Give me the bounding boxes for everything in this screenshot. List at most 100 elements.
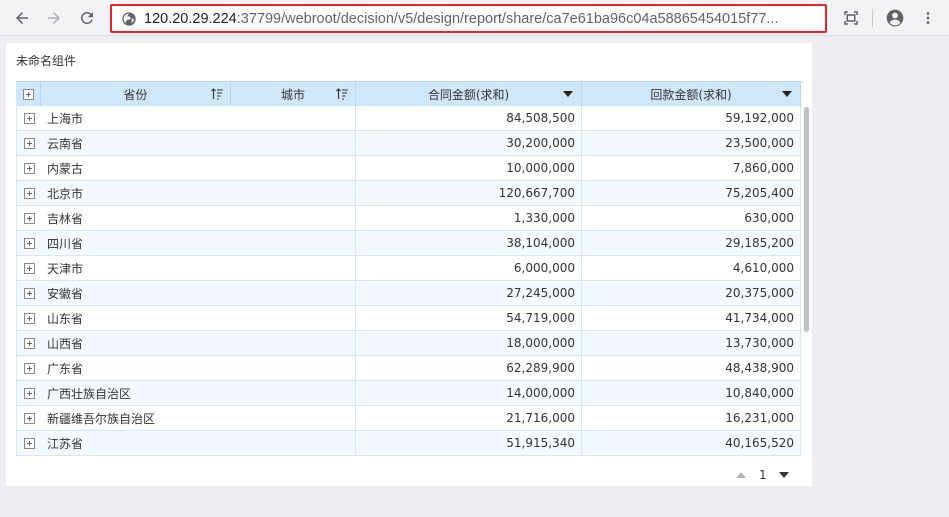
city-cell: [231, 206, 356, 231]
expand-plus-icon[interactable]: [23, 362, 35, 374]
province-cell: 广东省: [41, 356, 231, 381]
payment-amount-cell: 4,610,000: [582, 256, 801, 281]
table-row: 上海市 84,508,500 59,192,000: [17, 106, 802, 131]
row-expand-cell: [17, 156, 41, 181]
screen-capture-button[interactable]: [838, 5, 864, 31]
contract-amount-cell: 18,000,000: [356, 331, 582, 356]
province-cell: 新疆维吾尔族自治区: [41, 406, 231, 431]
kebab-menu-icon: [926, 12, 930, 24]
previous-page-button[interactable]: [736, 472, 746, 478]
contract-amount-cell: 62,289,900: [356, 356, 582, 381]
url-text: 120.20.29.224:37799/webroot/decision/v5/…: [144, 11, 778, 27]
sort-icon[interactable]: [336, 88, 348, 100]
table-row: 内蒙古 10,000,000 7,860,000: [17, 156, 802, 181]
forward-arrow-icon: [48, 12, 60, 24]
payment-amount-cell: 41,734,000: [582, 306, 801, 331]
province-cell: 山东省: [41, 306, 231, 331]
expand-plus-icon[interactable]: [23, 387, 35, 399]
reload-button[interactable]: [74, 5, 100, 31]
column-header-province[interactable]: 省份: [41, 82, 231, 107]
address-bar[interactable]: 120.20.29.224:37799/webroot/decision/v5/…: [110, 4, 827, 33]
expand-plus-icon[interactable]: [23, 412, 35, 424]
header-expand-cell: [17, 82, 41, 107]
table-row: 山东省 54,719,000 41,734,000: [17, 306, 802, 331]
dropdown-triangle-icon[interactable]: [563, 91, 573, 97]
back-button[interactable]: [9, 5, 35, 31]
row-expand-cell: [17, 356, 41, 381]
vertical-scrollbar[interactable]: [804, 107, 809, 332]
row-expand-cell: [17, 206, 41, 231]
table-row: 北京市 120,667,700 75,205,400: [17, 181, 802, 206]
expand-plus-icon[interactable]: [23, 287, 35, 299]
expand-plus-icon[interactable]: [23, 212, 35, 224]
browser-menu-button[interactable]: [915, 5, 941, 31]
table-row: 四川省 38,104,000 29,185,200: [17, 231, 802, 256]
contract-amount-cell: 21,716,000: [356, 406, 582, 431]
url-host: 120.20.29.224: [144, 10, 237, 27]
expand-plus-icon[interactable]: [23, 88, 34, 100]
payment-amount-cell: 23,500,000: [582, 131, 801, 156]
contract-amount-cell: 51,915,340: [356, 431, 582, 456]
expand-plus-icon[interactable]: [23, 337, 35, 349]
expand-plus-icon[interactable]: [23, 162, 35, 174]
table-row: 安徽省 27,245,000 20,375,000: [17, 281, 802, 306]
forward-button[interactable]: [41, 5, 67, 31]
toolbar-separator: [872, 9, 873, 27]
screen-capture-icon: [844, 11, 858, 25]
current-page-number: 1: [759, 468, 767, 482]
row-expand-cell: [17, 331, 41, 356]
contract-amount-cell: 84,508,500: [356, 106, 582, 131]
expand-plus-icon[interactable]: [23, 137, 35, 149]
city-cell: [231, 106, 356, 131]
table-row: 吉林省 1,330,000 630,000: [17, 206, 802, 231]
expand-plus-icon[interactable]: [23, 237, 35, 249]
row-expand-cell: [17, 131, 41, 156]
city-cell: [231, 431, 356, 456]
row-expand-cell: [17, 406, 41, 431]
next-page-button[interactable]: [778, 472, 789, 478]
dropdown-triangle-icon[interactable]: [782, 91, 792, 97]
expand-plus-icon[interactable]: [23, 437, 35, 449]
expand-plus-icon[interactable]: [23, 112, 35, 124]
table-body: 上海市 84,508,500 59,192,000 云南省 30,200,000 23,5…: [17, 106, 802, 456]
row-expand-cell: [17, 181, 41, 206]
province-cell: 广西壮族自治区: [41, 381, 231, 406]
contract-amount-cell: 1,330,000: [356, 206, 582, 231]
province-cell: 上海市: [41, 106, 231, 131]
column-header-payment[interactable]: 回款金额(求和): [582, 82, 801, 107]
city-cell: [231, 181, 356, 206]
column-header-contract-label: 合同金额(求和): [427, 87, 510, 102]
row-expand-cell: [17, 381, 41, 406]
city-cell: [231, 156, 356, 181]
province-cell: 天津市: [41, 256, 231, 281]
column-header-contract[interactable]: 合同金额(求和): [356, 82, 582, 107]
sort-icon[interactable]: [211, 88, 223, 100]
column-header-city[interactable]: 城市: [231, 82, 356, 107]
table-row: 天津市 6,000,000 4,610,000: [17, 256, 802, 281]
payment-amount-cell: 16,231,000: [582, 406, 801, 431]
table-row: 新疆维吾尔族自治区 21,716,000 16,231,000: [17, 406, 802, 431]
city-cell: [231, 231, 356, 256]
contract-amount-cell: 120,667,700: [356, 181, 582, 206]
province-cell: 四川省: [41, 231, 231, 256]
row-expand-cell: [17, 106, 41, 131]
payment-amount-cell: 29,185,200: [582, 231, 801, 256]
expand-plus-icon[interactable]: [23, 262, 35, 274]
province-cell: 安徽省: [41, 281, 231, 306]
table-header: 省份 城市 合同金额(求和) 回款金额(求和): [17, 81, 802, 107]
contract-amount-cell: 14,000,000: [356, 381, 582, 406]
pivot-table: 省份 城市 合同金额(求和) 回款金额(求和) 上海市 84,508,500 5…: [16, 81, 802, 456]
profile-button[interactable]: [882, 5, 908, 31]
expand-plus-icon[interactable]: [23, 312, 35, 324]
payment-amount-cell: 75,205,400: [582, 181, 801, 206]
province-cell: 内蒙古: [41, 156, 231, 181]
site-info-icon[interactable]: [121, 11, 137, 27]
browser-toolbar: 120.20.29.224:37799/webroot/decision/v5/…: [0, 0, 949, 36]
table-row: 广西壮族自治区 14,000,000 10,840,000: [17, 381, 802, 406]
row-expand-cell: [17, 256, 41, 281]
contract-amount-cell: 10,000,000: [356, 156, 582, 181]
expand-plus-icon[interactable]: [23, 187, 35, 199]
city-cell: [231, 406, 356, 431]
column-header-payment-label: 回款金额(求和): [650, 87, 732, 102]
pagination: 1: [736, 468, 789, 482]
